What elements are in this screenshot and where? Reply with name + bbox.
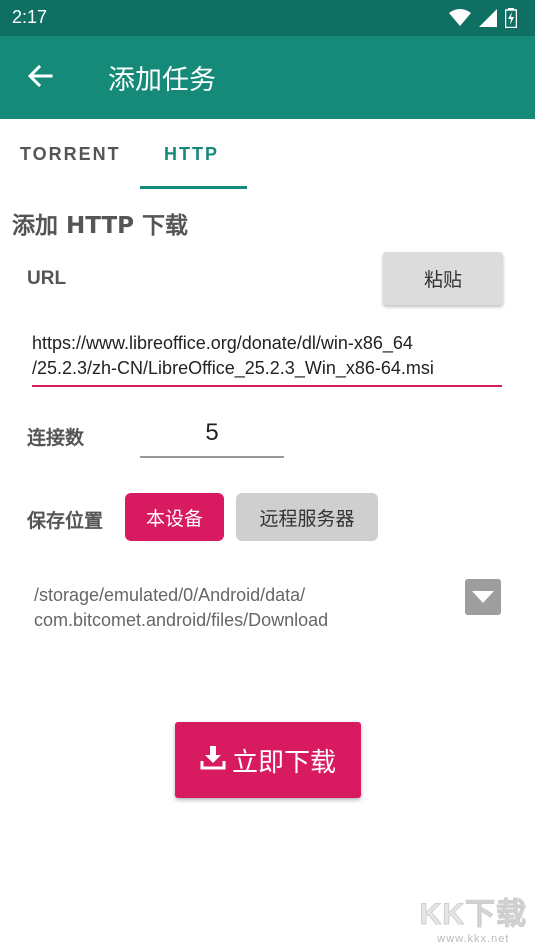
wifi-icon [449,9,471,31]
url-label: URL [27,268,67,289]
paste-button[interactable]: 粘贴 [383,252,503,305]
status-bar: 2:17 [0,0,535,36]
section-title: 添加 HTTP 下载 [12,213,189,239]
status-time: 2:17 [12,7,48,27]
save-path-line: /storage/emulated/0/Android/data/ [34,585,306,605]
save-location-label: 保存位置 [27,510,104,532]
tab-http[interactable]: HTTP [164,144,219,165]
back-button[interactable] [22,60,58,96]
url-line: /25.2.3/zh-CN/LibreOffice_25.2.3_Win_x86… [32,358,434,378]
page-title: 添加任务 [108,65,216,96]
download-now-label: 立即下载 [231,747,336,778]
path-dropdown-button[interactable] [465,579,501,615]
download-icon [200,744,226,777]
connections-input[interactable]: 5 [140,419,284,455]
app-bar: 添加任务 [0,36,535,119]
tab-torrent[interactable]: TORRENT [20,144,121,165]
status-icons [449,8,518,32]
watermark-logo: KK下载 [419,898,527,932]
tab-bar: TORRENT HTTP [0,119,535,191]
url-input-underline [32,385,502,387]
url-line: https://www.libreoffice.org/donate/dl/wi… [32,333,413,353]
save-path: /storage/emulated/0/Android/data/ com.bi… [34,583,328,633]
download-now-button[interactable]: 立即下载 [175,722,361,798]
watermark-url: www.kkx.net [437,933,510,945]
watermark: KK下载 www.kkx.net [419,889,527,946]
tab-indicator [140,186,247,189]
remote-server-button[interactable]: 远程服务器 [236,493,378,541]
battery-icon [504,8,518,32]
signal-icon [479,9,497,31]
arrow-left-icon [27,64,53,92]
this-device-button[interactable]: 本设备 [125,493,224,541]
save-path-line: com.bitcomet.android/files/Download [34,610,329,630]
url-input[interactable]: https://www.libreoffice.org/donate/dl/wi… [32,331,502,381]
connections-input-underline [140,456,284,458]
connections-label: 连接数 [27,427,85,449]
chevron-down-icon [472,588,494,607]
